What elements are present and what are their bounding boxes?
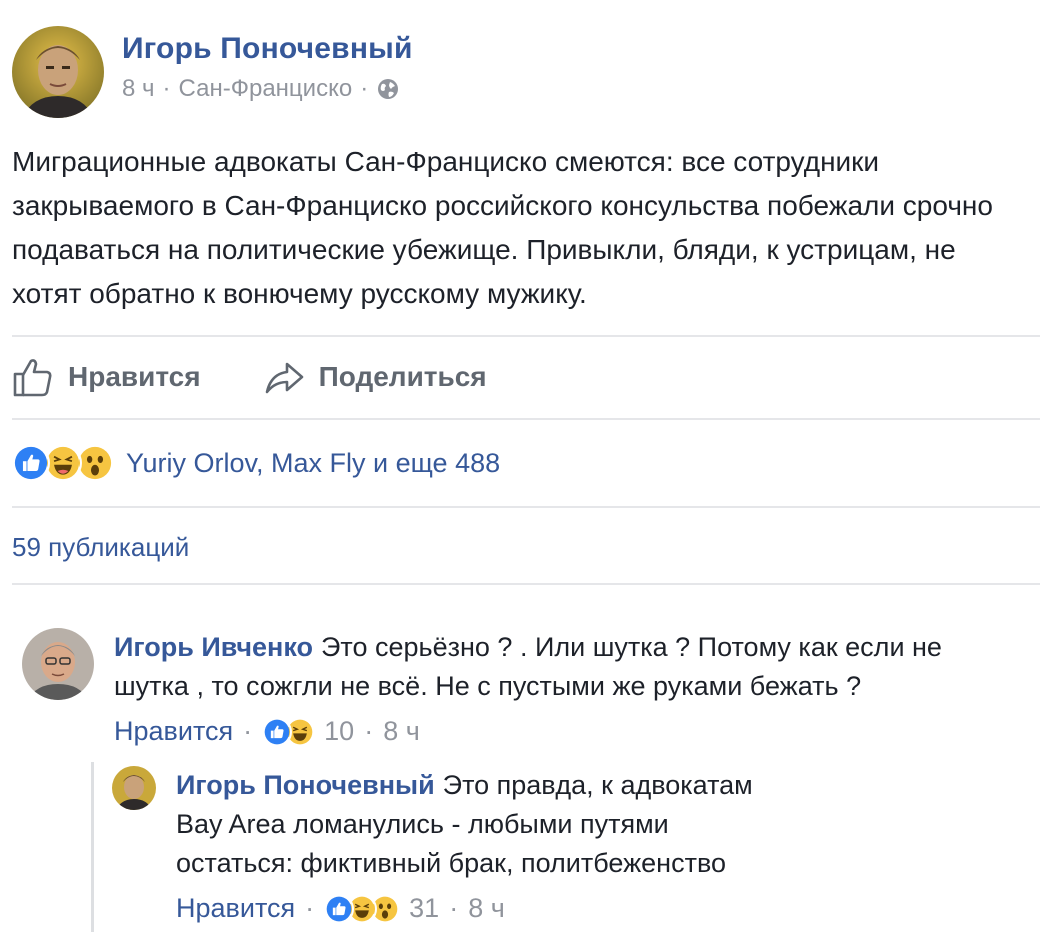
divider [12,583,1040,585]
post-header: Игорь Поночевный 8 ч · Сан-Франциско · [12,26,413,118]
comment-reactions[interactable] [324,893,401,924]
reply-comment: Игорь Поночевный Это правда, к адвокатам … [112,766,1032,928]
reactions-summary[interactable]: Yuriy Orlov, Max Fly и еще 488 [12,442,500,484]
commenter-avatar[interactable] [22,628,94,700]
comment-footer: Нравится · 10 · 8 ч [114,712,1014,751]
meta-separator: · [360,75,369,102]
reply-thread-line [91,762,94,932]
comment-author-name[interactable]: Игорь Поночевный [176,770,435,800]
reactors-text[interactable]: Yuriy Orlov, Max Fly и еще 488 [126,448,500,479]
meta-separator: · [364,716,374,746]
meta-separator: · [162,75,171,102]
comment-time[interactable]: 8 ч [383,712,420,751]
like-button-label: Нравится [68,361,201,392]
divider [12,335,1040,337]
share-arrow-icon [265,362,303,394]
comment-time[interactable]: 8 ч [468,889,505,928]
post-body-text: Миграционные адвокаты Сан-Франциско смею… [12,146,993,309]
post-author-name[interactable]: Игорь Поночевный [122,32,413,66]
like-reaction-icon [12,444,50,482]
like-reaction-icon [262,716,293,747]
share-button[interactable]: Поделиться [263,356,487,398]
post-location[interactable]: Сан-Франциско [179,75,353,103]
comment-reaction-count[interactable]: 31 [409,889,439,928]
divider [12,506,1040,508]
like-reaction-icon [324,893,355,924]
comment-like-button[interactable]: Нравится [114,712,233,751]
author-avatar[interactable] [12,26,104,118]
meta-separator: · [305,893,315,923]
meta-separator: · [449,893,459,923]
comment-reactions[interactable] [262,716,316,747]
thumbs-up-icon [13,359,52,397]
post-time[interactable]: 8 ч [122,75,155,103]
shares-count-link[interactable]: 59 публикаций [12,532,189,563]
comment-footer: Нравится · 31 · 8 ч [176,889,776,928]
like-button[interactable]: Нравится [12,356,201,398]
share-button-label: Поделиться [318,361,487,392]
meta-separator: · [243,716,253,746]
post-meta: 8 ч · Сан-Франциско · [122,75,413,103]
divider [12,418,1040,420]
comment: Игорь Ивченко Это серьёзно ? . Или шутка … [22,628,1032,751]
globe-icon[interactable] [376,77,400,101]
comment-author-name[interactable]: Игорь Ивченко [114,632,313,662]
comment-like-button[interactable]: Нравится [176,889,295,928]
comment-reaction-count[interactable]: 10 [324,712,354,751]
commenter-avatar[interactable] [112,766,156,810]
post-action-bar: Нравится Поделиться [12,352,487,402]
